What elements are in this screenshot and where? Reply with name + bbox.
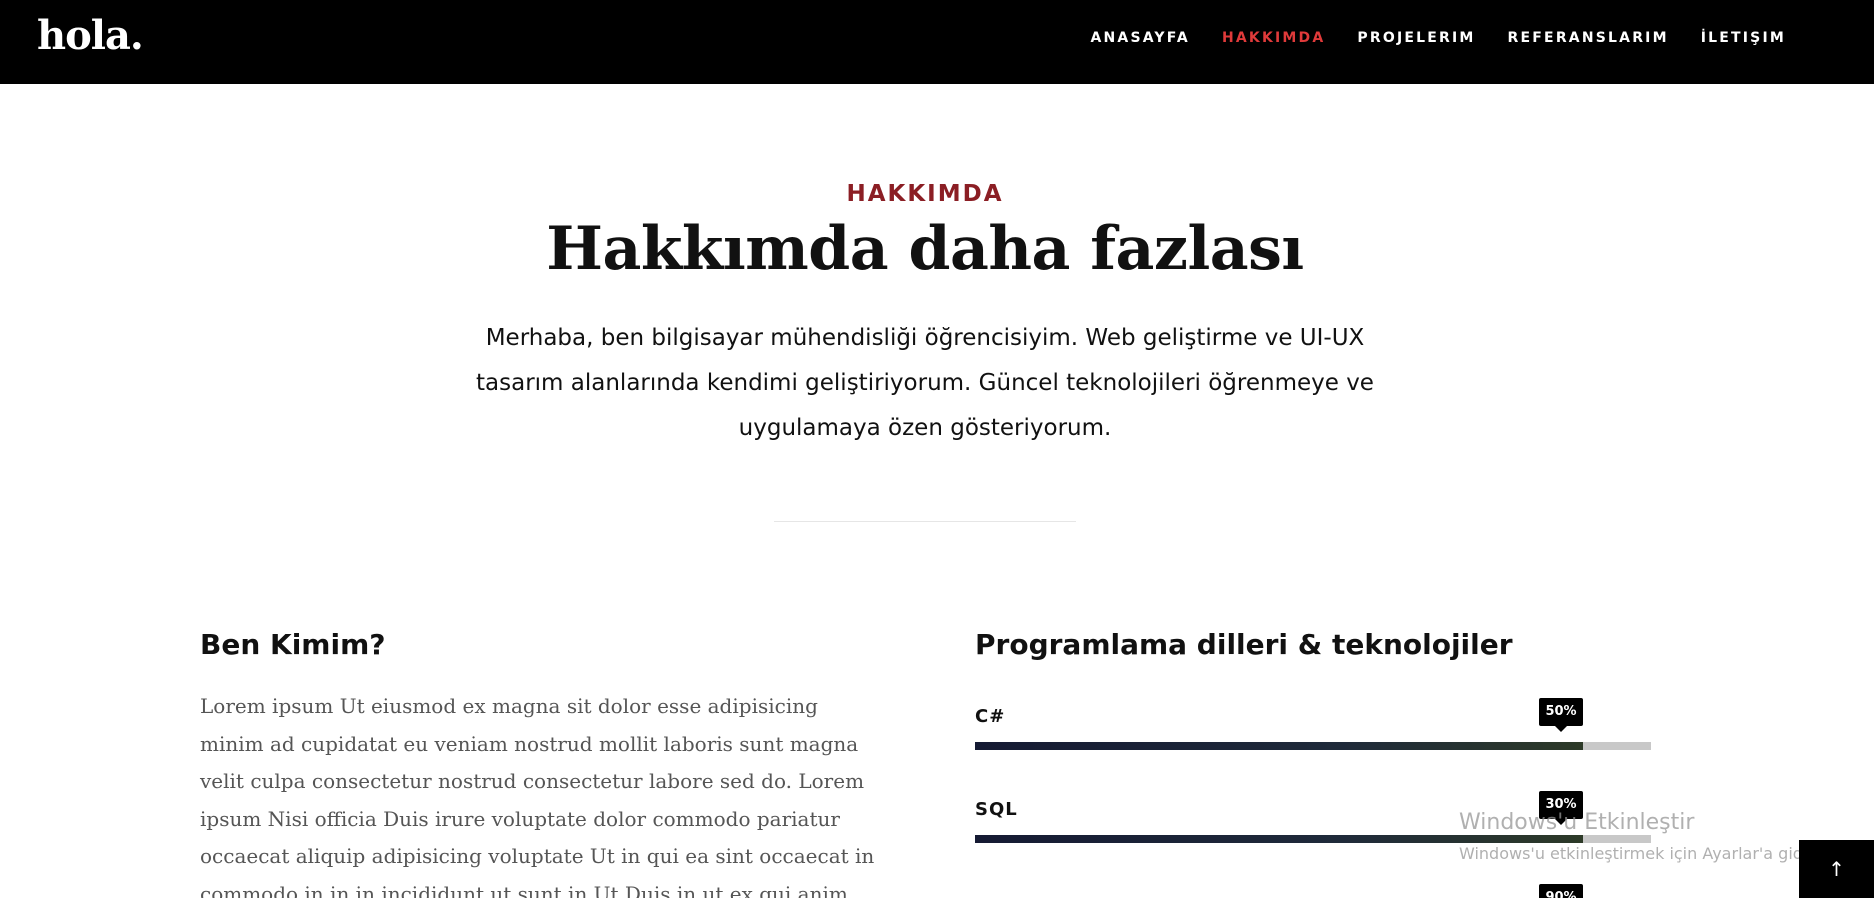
main-nav: ANASAYFA HAKKIMDA PROJELERIM REFERANSLAR… <box>1058 0 1786 76</box>
skill-fill <box>975 742 1584 750</box>
nav-item-referanslarim[interactable]: REFERANSLARIM <box>1508 30 1669 46</box>
skill-percent-tooltip: 50% <box>1539 698 1583 732</box>
page-title: Hakkımda daha fazlası <box>546 214 1304 284</box>
skill-percent-tooltip: 90% <box>1539 884 1583 898</box>
skill-label: SQL <box>975 799 1018 820</box>
about-title: Ben Kimim? <box>200 628 386 661</box>
top-navbar: hola. ANASAYFA HAKKIMDA PROJELERIM REFER… <box>0 0 1874 84</box>
nav-item-hakkimda[interactable]: HAKKIMDA <box>1222 30 1325 46</box>
skills-title: Programlama dilleri & teknolojiler <box>975 628 1513 661</box>
intro-lead-text: Merhaba, ben bilgisayar mühendisliği öğr… <box>476 325 1374 441</box>
skill-bar-third: 90% <box>975 884 1651 898</box>
section-divider <box>774 521 1076 522</box>
skill-track <box>975 835 1651 843</box>
nav-item-iletisim[interactable]: İLETIŞIM <box>1701 30 1786 46</box>
skill-fill <box>975 835 1584 843</box>
windows-activation-subtitle: Windows'u etkinleştirmek için Ayarlar'a … <box>1459 844 1823 863</box>
skill-label: C# <box>975 706 1006 727</box>
site-logo[interactable]: hola. <box>37 8 144 64</box>
nav-item-projelerim[interactable]: PROJELERIM <box>1357 30 1475 46</box>
arrow-up-icon: ↑ <box>1828 857 1845 881</box>
about-text: Lorem ipsum Ut eiusmod ex magna sit dolo… <box>200 694 875 898</box>
back-to-top-button[interactable]: ↑ <box>1799 840 1874 898</box>
skill-track <box>975 742 1651 750</box>
nav-item-anasayfa[interactable]: ANASAYFA <box>1090 30 1190 46</box>
windows-activation-title: Windows'u Etkinleştir <box>1459 810 1695 835</box>
section-eyebrow: HAKKIMDA <box>846 181 1004 207</box>
skill-bar-csharp: C# 50% <box>975 698 1651 750</box>
